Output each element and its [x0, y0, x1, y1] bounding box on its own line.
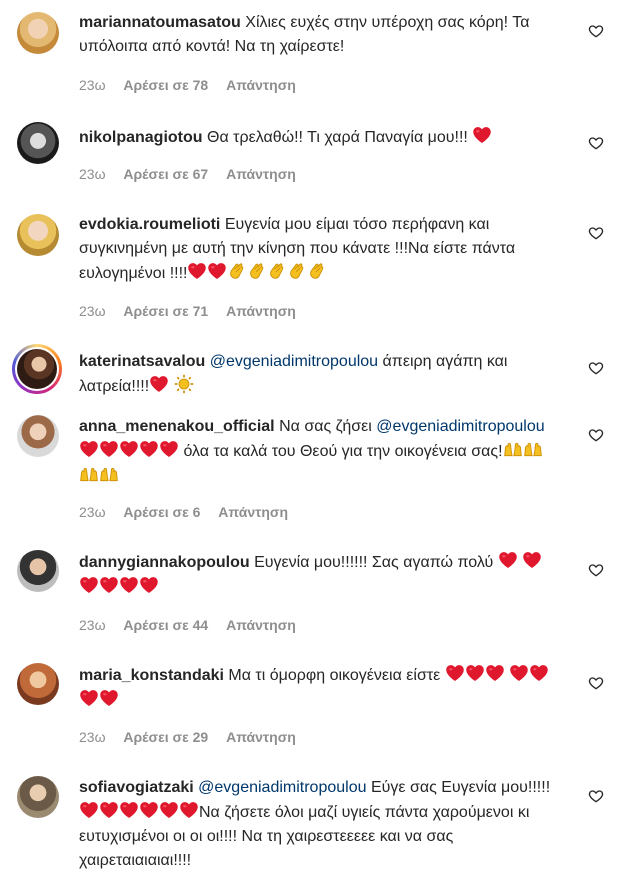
red-heart-emoji [139, 439, 159, 459]
comment-username[interactable]: katerinatsavalou [79, 353, 205, 370]
comment-text: Εύγε σας Ευγενία μου!!!!! [370, 779, 551, 796]
red-heart-emoji [119, 800, 139, 820]
heart-outline-icon[interactable] [588, 675, 604, 691]
clapping-hands-emoji [247, 261, 267, 281]
comment-text: όλα τα καλά του Θεού για την οικογένεια … [183, 443, 503, 460]
red-heart-emoji [119, 575, 139, 595]
red-heart-emoji [79, 439, 99, 459]
red-heart-emoji [99, 575, 119, 595]
comment-likes[interactable]: Αρέσει σε 78 [123, 77, 208, 93]
comment-mention[interactable]: @evgeniadimitropoulou [210, 353, 378, 370]
reply-button[interactable]: Απάντηση [226, 617, 296, 633]
reply-button[interactable]: Απάντηση [226, 77, 296, 93]
reply-button[interactable]: Απάντηση [226, 166, 296, 182]
heart-outline-icon[interactable] [588, 225, 604, 241]
reply-button[interactable]: Απάντηση [218, 504, 288, 520]
red-heart-emoji [445, 663, 465, 683]
red-heart-emoji [99, 439, 119, 459]
red-heart-emoji [79, 688, 99, 708]
red-heart-emoji [509, 663, 529, 683]
red-heart-emoji [149, 374, 169, 394]
comment-likes[interactable]: Αρέσει σε 71 [123, 303, 208, 319]
heart-outline-icon[interactable] [588, 562, 604, 578]
red-heart-emoji [187, 261, 207, 281]
comment-text: Θα τρελαθώ!! Τι χαρά Παναγία μου!!! [207, 129, 468, 146]
red-heart-emoji [159, 800, 179, 820]
red-heart-emoji [498, 550, 518, 570]
red-heart-emoji [465, 663, 485, 683]
comment-time[interactable]: 23ω [79, 617, 106, 633]
avatar[interactable] [17, 663, 59, 705]
heart-outline-icon[interactable] [588, 427, 604, 443]
red-heart-emoji [79, 575, 99, 595]
avatar[interactable] [17, 415, 59, 457]
red-heart-emoji [139, 575, 159, 595]
heart-outline-icon[interactable] [588, 360, 604, 376]
avatar[interactable] [17, 122, 59, 164]
red-heart-emoji [472, 125, 492, 145]
raising-hands-emoji [79, 464, 99, 484]
clapping-hands-emoji [287, 261, 307, 281]
comment-mention[interactable]: @evgeniadimitropoulou [376, 418, 544, 435]
red-heart-emoji [485, 663, 505, 683]
comment-time[interactable]: 23ω [79, 166, 106, 182]
clapping-hands-emoji [307, 261, 327, 281]
comment-likes[interactable]: Αρέσει σε 29 [123, 729, 208, 745]
comment-username[interactable]: dannygiannakopoulou [79, 554, 250, 571]
heart-outline-icon[interactable] [588, 23, 604, 39]
avatar[interactable] [17, 776, 59, 818]
avatar[interactable] [17, 12, 59, 54]
sun-emoji [174, 374, 194, 394]
red-heart-emoji [207, 261, 227, 281]
comment-time[interactable]: 23ω [79, 303, 106, 319]
clapping-hands-emoji [267, 261, 287, 281]
comment-username[interactable]: sofiavogiatzaki [79, 779, 194, 796]
clapping-hands-emoji [227, 261, 247, 281]
heart-outline-icon[interactable] [588, 788, 604, 804]
red-heart-emoji [79, 800, 99, 820]
comment-username[interactable]: anna_menenakou_official [79, 418, 275, 435]
comment-username[interactable]: mariannatoumasatou [79, 14, 241, 31]
red-heart-emoji [119, 439, 139, 459]
avatar[interactable] [17, 550, 59, 592]
comment-text: Μα τι όμορφη οικογένεια είστε [228, 667, 441, 684]
red-heart-emoji [99, 800, 119, 820]
red-heart-emoji [139, 800, 159, 820]
reply-button[interactable]: Απάντηση [226, 303, 296, 319]
comment-username[interactable]: nikolpanagiotou [79, 129, 203, 146]
avatar [17, 349, 57, 389]
comment-time[interactable]: 23ω [79, 729, 106, 745]
red-heart-emoji [99, 688, 119, 708]
comment-likes[interactable]: Αρέσει σε 67 [123, 166, 208, 182]
comment-likes[interactable]: Αρέσει σε 6 [123, 504, 200, 520]
raising-hands-emoji [99, 464, 119, 484]
red-heart-emoji [179, 800, 199, 820]
red-heart-emoji [522, 550, 542, 570]
comment-mention[interactable]: @evgeniadimitropoulou [198, 779, 366, 796]
comment-time[interactable]: 23ω [79, 504, 106, 520]
comment-username[interactable]: maria_konstandaki [79, 667, 224, 684]
red-heart-emoji [159, 439, 179, 459]
red-heart-emoji [529, 663, 549, 683]
comment-username[interactable]: evdokia.roumelioti [79, 216, 220, 233]
comment-text: Να σας ζήσει [279, 418, 372, 435]
heart-outline-icon[interactable] [588, 135, 604, 151]
raising-hands-emoji [523, 439, 543, 459]
comment-text: Ευγενία μου!!!!!! Σας αγαπώ πολύ [254, 554, 494, 571]
raising-hands-emoji [503, 439, 523, 459]
comment-likes[interactable]: Αρέσει σε 44 [123, 617, 208, 633]
avatar[interactable] [17, 214, 59, 256]
comment-time[interactable]: 23ω [79, 77, 106, 93]
avatar-story-ring[interactable] [12, 344, 62, 394]
reply-button[interactable]: Απάντηση [226, 729, 296, 745]
